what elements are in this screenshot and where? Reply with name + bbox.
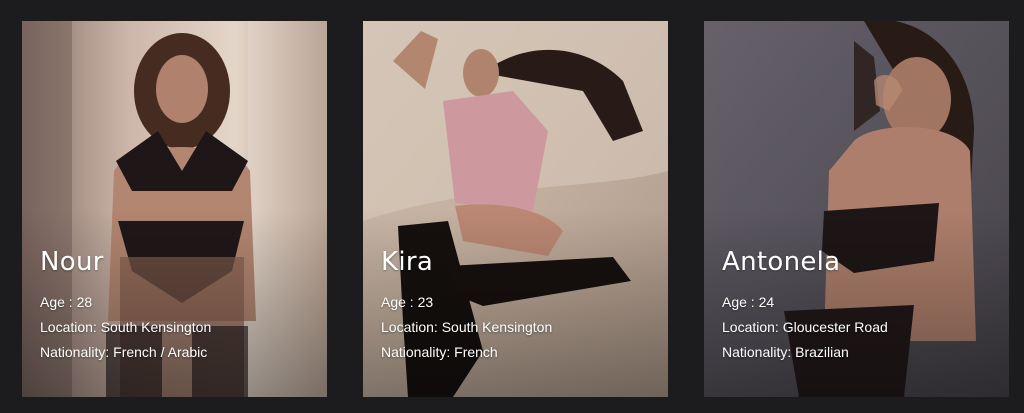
- profile-age: Age : 23: [381, 294, 434, 310]
- profile-location: Location: South Kensington: [40, 319, 212, 335]
- profile-name[interactable]: Nour: [40, 245, 310, 279]
- profile-nationality: Nationality: French: [381, 344, 498, 360]
- profile-location: Location: Gloucester Road: [722, 319, 888, 335]
- profile-nationality: Nationality: Brazilian: [722, 344, 849, 360]
- profile-card-kira[interactable]: Kira Age : 23 Location: South Kensington…: [363, 21, 668, 397]
- profile-location: Location: South Kensington: [381, 319, 553, 335]
- profile-info: Kira Age : 23 Location: South Kensington…: [381, 245, 651, 365]
- profile-info: Antonela Age : 24 Location: Gloucester R…: [722, 245, 992, 365]
- profile-age: Age : 28: [40, 294, 93, 310]
- profile-name[interactable]: Kira: [381, 245, 651, 279]
- profile-info: Nour Age : 28 Location: South Kensington…: [40, 245, 310, 365]
- profile-card-nour[interactable]: Nour Age : 28 Location: South Kensington…: [22, 21, 327, 397]
- profile-name[interactable]: Antonela: [722, 245, 992, 279]
- profile-card-antonela[interactable]: Antonela Age : 24 Location: Gloucester R…: [704, 21, 1009, 397]
- profile-nationality: Nationality: French / Arabic: [40, 344, 208, 360]
- profile-grid: Nour Age : 28 Location: South Kensington…: [22, 21, 1009, 397]
- profile-age: Age : 24: [722, 294, 775, 310]
